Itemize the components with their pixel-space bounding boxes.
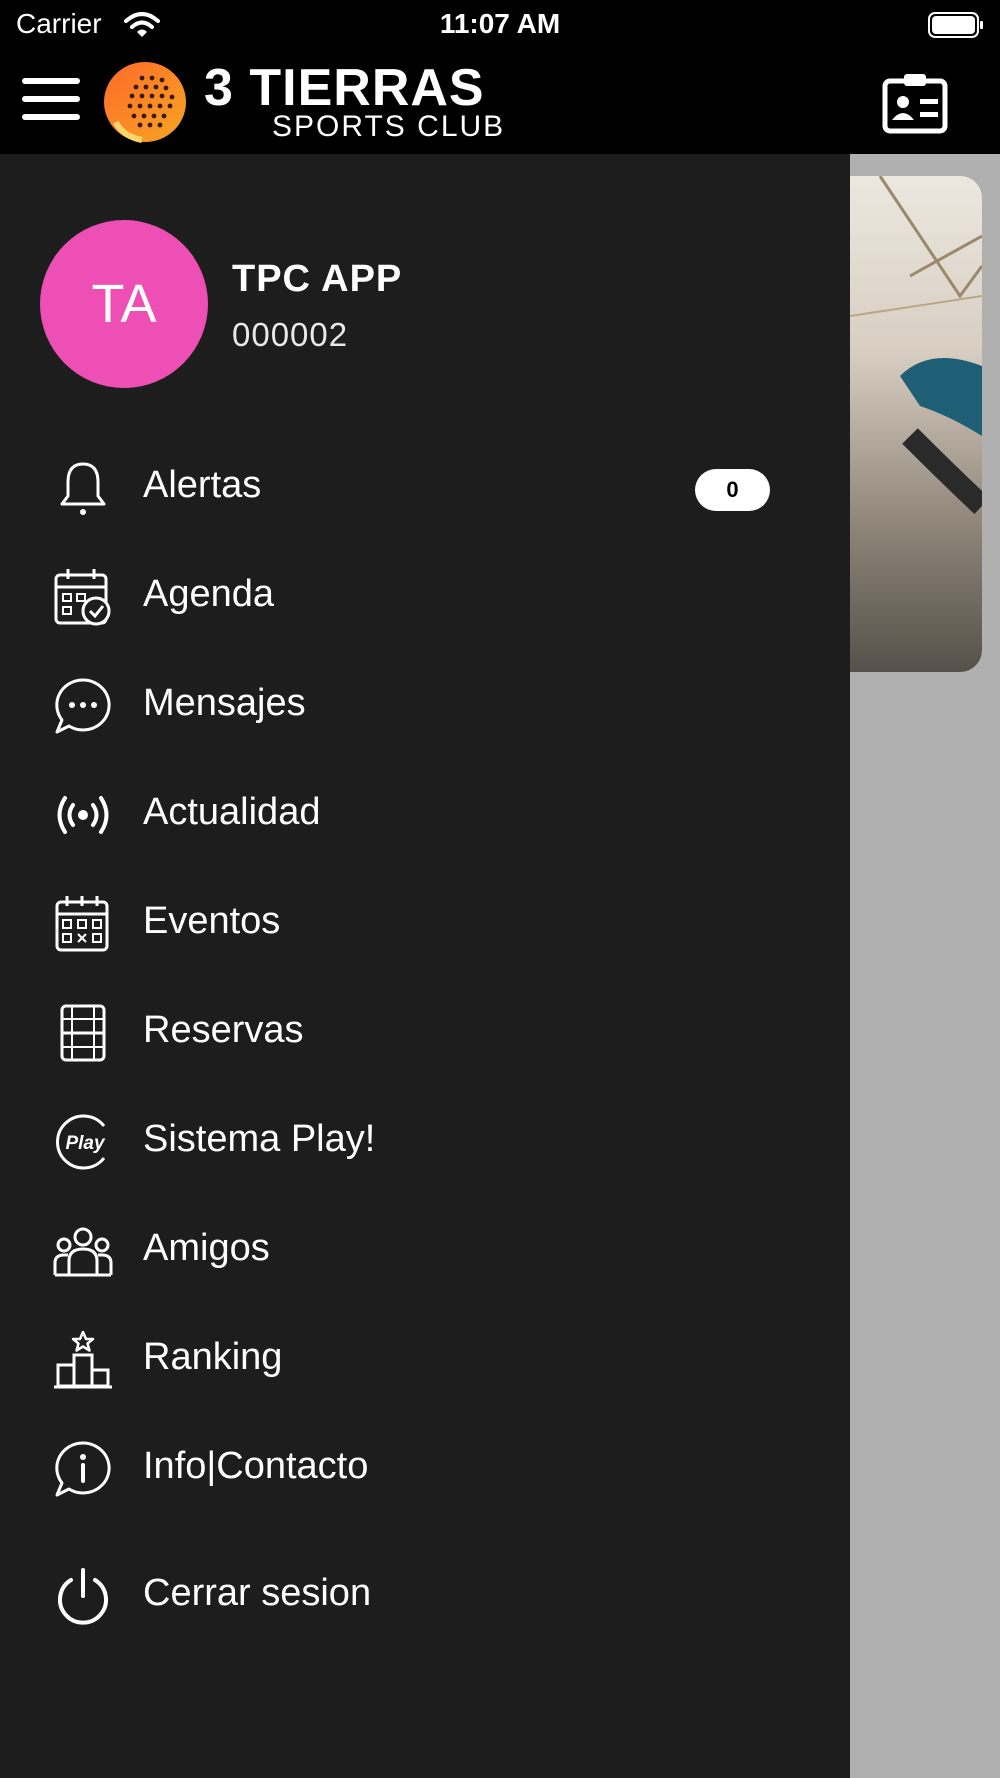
- member-card-icon[interactable]: [882, 72, 948, 134]
- menu-toggle-button[interactable]: [22, 76, 82, 124]
- menu-item-label: Alertas: [143, 464, 262, 506]
- avatar-initials: TA: [91, 274, 157, 334]
- padel-ball-logo-icon: [104, 62, 186, 143]
- menu-item-label: Ranking: [143, 1336, 283, 1378]
- court-icon: [60, 1004, 106, 1062]
- menu-item-sistema-play[interactable]: Play Sistema Play!: [0, 1090, 850, 1190]
- logo-title: 3 TIERRAS: [204, 59, 485, 117]
- club-logo: 3 TIERRAS SPORTS CLUB: [102, 56, 522, 148]
- menu-item-label: Agenda: [143, 573, 275, 615]
- user-name: TPC APP: [232, 258, 403, 300]
- menu-item-label: Eventos: [143, 900, 281, 942]
- chat-bubble-icon: [55, 678, 111, 734]
- side-drawer: TA TPC APP 000002 Alertas 0 Agenda Mensa…: [0, 154, 850, 1778]
- menu-item-label: Reservas: [143, 1009, 304, 1051]
- menu-item-label: Actualidad: [143, 791, 321, 833]
- bell-icon: [60, 462, 106, 515]
- battery-icon: [928, 12, 983, 38]
- group-icon: [53, 1227, 113, 1277]
- menu-item-ranking[interactable]: Ranking: [0, 1308, 850, 1408]
- alerts-count-badge: 0: [695, 469, 770, 511]
- power-icon: [58, 1568, 108, 1625]
- user-member-id: 000002: [232, 316, 349, 353]
- menu-item-actualidad[interactable]: Actualidad: [0, 763, 850, 863]
- banner-image: [850, 176, 982, 672]
- svg-text:Play: Play: [65, 1133, 106, 1154]
- broadcast-icon: [57, 796, 109, 834]
- status-bar: Carrier 11:07 AM: [0, 0, 1000, 50]
- menu-item-amigos[interactable]: Amigos: [0, 1199, 850, 1299]
- menu-item-label: Info|Contacto: [143, 1445, 369, 1487]
- avatar[interactable]: TA: [40, 220, 208, 388]
- play-badge-icon: Play: [56, 1114, 106, 1170]
- clock: 11:07 AM: [439, 8, 561, 39]
- logo-subtitle: SPORTS CLUB: [272, 110, 506, 143]
- menu-item-alertas[interactable]: Alertas 0: [0, 436, 850, 536]
- podium-icon: [54, 1330, 112, 1389]
- menu-item-eventos[interactable]: Eventos: [0, 872, 850, 972]
- menu-item-label: Sistema Play!: [143, 1118, 376, 1160]
- menu-item-agenda[interactable]: Agenda: [0, 545, 850, 645]
- menu-item-reservas[interactable]: Reservas: [0, 981, 850, 1081]
- info-chat-icon: [55, 1441, 111, 1497]
- menu-item-mensajes[interactable]: Mensajes: [0, 654, 850, 754]
- calendar-grid-icon: [55, 896, 109, 952]
- calendar-check-icon: [54, 569, 111, 626]
- menu-item-label: Mensajes: [143, 682, 306, 724]
- menu-item-label: Cerrar sesion: [143, 1572, 372, 1614]
- menu-item-label: Amigos: [143, 1227, 270, 1269]
- top-bar: 3 TIERRAS SPORTS CLUB: [0, 50, 1000, 154]
- menu-item-info-contacto[interactable]: Info|Contacto: [0, 1417, 850, 1517]
- menu-item-cerrar-sesion[interactable]: Cerrar sesion: [0, 1544, 850, 1644]
